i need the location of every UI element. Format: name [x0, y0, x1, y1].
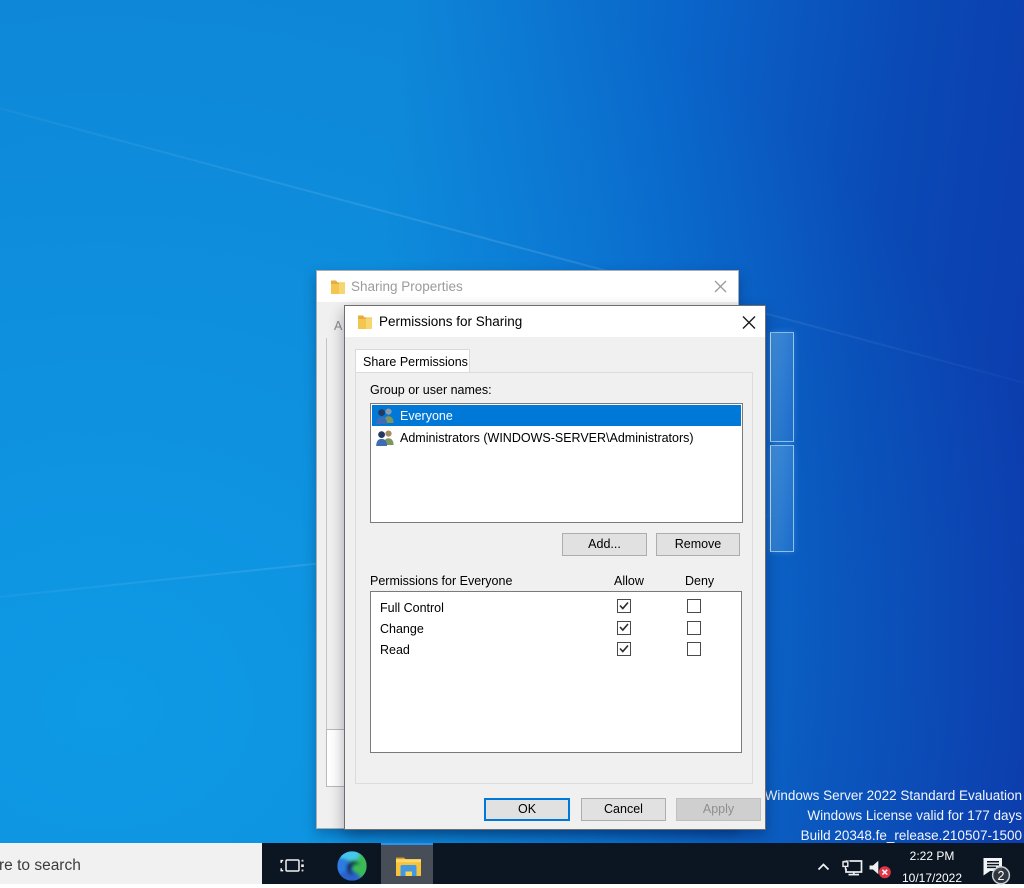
svg-text:2: 2: [998, 869, 1005, 883]
